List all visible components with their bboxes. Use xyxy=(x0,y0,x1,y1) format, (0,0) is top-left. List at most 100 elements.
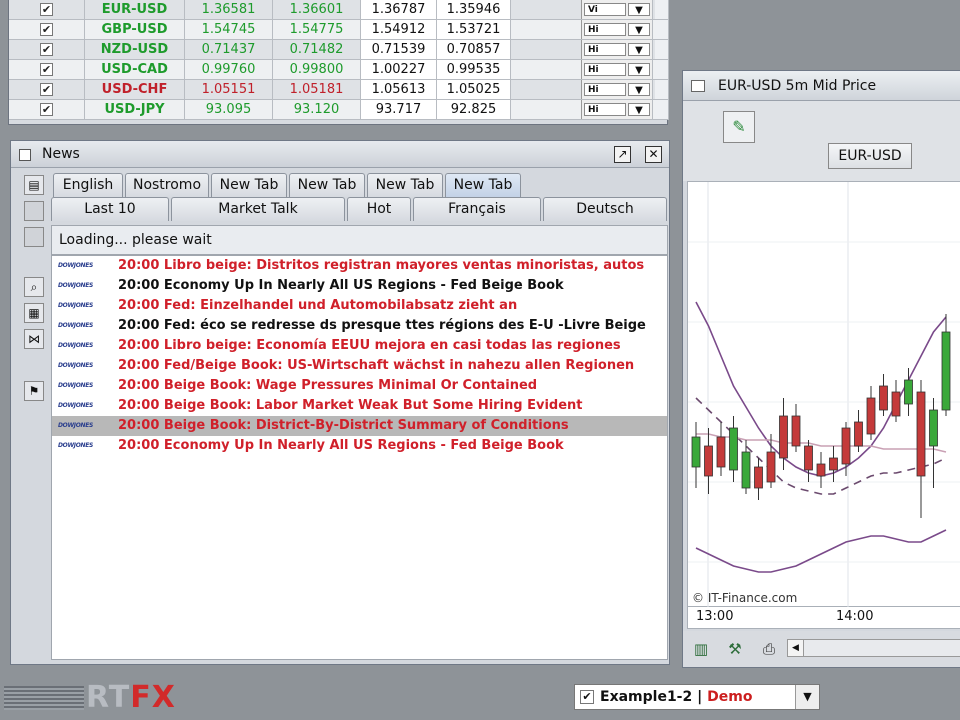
quote-ask[interactable]: 1.54775 xyxy=(273,20,361,39)
quote-extra-box[interactable] xyxy=(655,40,669,59)
news-item[interactable]: DOWJONES 20:00 Fed/Beige Book: US-Wirtsch… xyxy=(52,356,667,376)
blank-tool-icon[interactable] xyxy=(24,201,44,221)
news-tab-top[interactable]: New Tab xyxy=(367,173,443,197)
float-window-button[interactable]: ↗ xyxy=(614,146,631,163)
news-item[interactable]: DOWJONES 20:00 Libro beige: Distritos reg… xyxy=(52,256,667,276)
news-item[interactable]: DOWJONES 20:00 Fed: Einzelhandel und Auto… xyxy=(52,296,667,316)
news-tab-top[interactable]: New Tab xyxy=(445,173,521,197)
quote-extra-box[interactable] xyxy=(655,60,669,79)
news-item[interactable]: DOWJONES 20:00 Beige Book: Wage Pressures… xyxy=(52,376,667,396)
draw-tool-icon[interactable]: ✎ xyxy=(723,111,755,143)
quote-ask[interactable]: 93.120 xyxy=(273,100,361,119)
quote-ask[interactable]: 1.36601 xyxy=(273,0,361,19)
quote-low: 0.70857 xyxy=(437,40,511,59)
search-news-icon[interactable]: ⌕ xyxy=(24,277,44,297)
quote-bid[interactable]: 0.99760 xyxy=(185,60,273,79)
quote-bid[interactable]: 93.095 xyxy=(185,100,273,119)
time-axis: 13:00 14:00 xyxy=(687,607,960,629)
watermark-text: © IT-Finance.com xyxy=(692,591,797,605)
symbol-button[interactable]: EUR-USD xyxy=(828,143,912,169)
news-item[interactable]: DOWJONES 20:00 Economy Up In Nearly All U… xyxy=(52,276,667,296)
chart-title: EUR-USD 5m Mid Price xyxy=(718,78,877,94)
news-tab-top[interactable]: New Tab xyxy=(211,173,287,197)
quote-low: 92.825 xyxy=(437,100,511,119)
profile-checkbox[interactable]: ✔ xyxy=(580,690,594,704)
blank-tool-icon-2[interactable] xyxy=(24,227,44,247)
quote-extra-box[interactable] xyxy=(655,0,669,19)
chart-titlebar: EUR-USD 5m Mid Price xyxy=(683,71,960,101)
quote-bid[interactable]: 1.36581 xyxy=(185,0,273,19)
quote-checkbox[interactable]: ✔ xyxy=(9,20,85,39)
bar-chart-icon[interactable]: ▥ xyxy=(689,638,713,660)
quote-row[interactable]: ✔ GBP-USD 1.54745 1.54775 1.54912 1.53721 Hi ▼ xyxy=(9,20,669,40)
news-tab-top[interactable]: Nostromo xyxy=(125,173,209,197)
quote-select[interactable]: Hi ▼ xyxy=(581,40,653,59)
quote-symbol: GBP-USD xyxy=(85,20,185,39)
quote-checkbox[interactable]: ✔ xyxy=(9,80,85,99)
quote-select[interactable]: Hi ▼ xyxy=(581,100,653,119)
quote-select[interactable]: Hi ▼ xyxy=(581,80,653,99)
news-list[interactable]: DOWJONES 20:00 Libro beige: Distritos reg… xyxy=(51,255,668,660)
quote-row[interactable]: ✔ USD-CAD 0.99760 0.99800 1.00227 0.99535 Hi ▼ xyxy=(9,60,669,80)
news-tab-bottom[interactable]: Market Talk xyxy=(171,197,345,221)
quote-bid[interactable]: 1.54745 xyxy=(185,20,273,39)
news-tab-bottom[interactable]: Last 10 xyxy=(51,197,169,221)
close-window-button[interactable]: ✕ xyxy=(645,146,662,163)
quote-select[interactable]: Hi ▼ xyxy=(581,20,653,39)
chart-window-icon xyxy=(691,80,705,92)
quote-ask[interactable]: 1.05181 xyxy=(273,80,361,99)
news-item[interactable]: DOWJONES 20:00 Beige Book: Labor Market W… xyxy=(52,396,667,416)
chart-panel: EUR-USD 5m Mid Price ✎ EUR-USD © IT-Fina… xyxy=(682,70,960,668)
candle-body xyxy=(791,415,801,447)
profile-selector[interactable]: ✔ Example1-2 | Demo ▼ xyxy=(574,684,820,710)
scroll-left-icon[interactable]: ◀ xyxy=(788,640,804,656)
news-item[interactable]: DOWJONES 20:00 Libro beige: Economía EEUU… xyxy=(52,336,667,356)
source-logo-icon: DOWJONES xyxy=(58,342,94,349)
calendar-icon[interactable]: ▦ xyxy=(24,303,44,323)
news-tab-bottom[interactable]: Deutsch xyxy=(543,197,667,221)
quote-extra-box[interactable] xyxy=(655,20,669,39)
quote-row[interactable]: ✔ USD-JPY 93.095 93.120 93.717 92.825 Hi ▼ xyxy=(9,100,669,120)
candle-body xyxy=(879,385,888,411)
logo-text: RTFX xyxy=(86,680,176,715)
candle-body xyxy=(741,451,751,489)
quote-row[interactable]: ✔ NZD-USD 0.71437 0.71482 0.71539 0.70857 Hi ▼ xyxy=(9,40,669,60)
quote-row[interactable]: ✔ USD-CHF 1.05151 1.05181 1.05613 1.05025 Hi ▼ xyxy=(9,80,669,100)
lower-band-line xyxy=(695,529,947,573)
news-item[interactable]: DOWJONES 20:00 Fed: éco se redresse ds pr… xyxy=(52,316,667,336)
flag-icon[interactable]: ⚑ xyxy=(24,381,44,401)
quote-row[interactable]: ✔ EUR-USD 1.36581 1.36601 1.36787 1.35946 Vi ▼ xyxy=(9,0,669,20)
price-chart[interactable]: © IT-Finance.com xyxy=(687,181,960,608)
news-item[interactable]: DOWJONES 20:00 Beige Book: District-By-Di… xyxy=(52,416,667,436)
profile-dropdown-icon[interactable]: ▼ xyxy=(795,685,819,709)
quote-select[interactable]: Hi ▼ xyxy=(581,60,653,79)
news-tab-top[interactable]: New Tab xyxy=(289,173,365,197)
quote-extra-box[interactable] xyxy=(655,80,669,99)
candle-body xyxy=(916,391,926,477)
quote-checkbox[interactable]: ✔ xyxy=(9,60,85,79)
document-icon[interactable]: ▤ xyxy=(24,175,44,195)
quote-ask[interactable]: 0.99800 xyxy=(273,60,361,79)
print-icon[interactable]: ⎙ xyxy=(757,638,781,660)
quote-checkbox[interactable]: ✔ xyxy=(9,100,85,119)
news-headline: 20:00 Libro beige: Economía EEUU mejora … xyxy=(118,338,621,353)
quote-high: 1.05613 xyxy=(361,80,437,99)
news-tab-top[interactable]: English xyxy=(53,173,123,197)
chart-scrollbar[interactable]: ◀ xyxy=(787,639,960,657)
quote-checkbox[interactable]: ✔ xyxy=(9,40,85,59)
candle-body xyxy=(904,379,913,405)
source-logo-icon: DOWJONES xyxy=(58,442,94,449)
news-tab-bottom[interactable]: Hot xyxy=(347,197,411,221)
quote-bid[interactable]: 1.05151 xyxy=(185,80,273,99)
indicators-icon[interactable]: ⚒ xyxy=(723,638,747,660)
quote-extra-box[interactable] xyxy=(655,100,669,119)
quote-ask[interactable]: 0.71482 xyxy=(273,40,361,59)
quote-symbol: NZD-USD xyxy=(85,40,185,59)
news-tab-bottom[interactable]: Français xyxy=(413,197,541,221)
quote-checkbox[interactable]: ✔ xyxy=(9,0,85,19)
quote-bid[interactable]: 0.71437 xyxy=(185,40,273,59)
news-item[interactable]: DOWJONES 20:00 Economy Up In Nearly All U… xyxy=(52,436,667,456)
quote-select[interactable]: Vi ▼ xyxy=(581,0,653,19)
filter-icon[interactable]: ⋈ xyxy=(24,329,44,349)
quote-high: 1.36787 xyxy=(361,0,437,19)
